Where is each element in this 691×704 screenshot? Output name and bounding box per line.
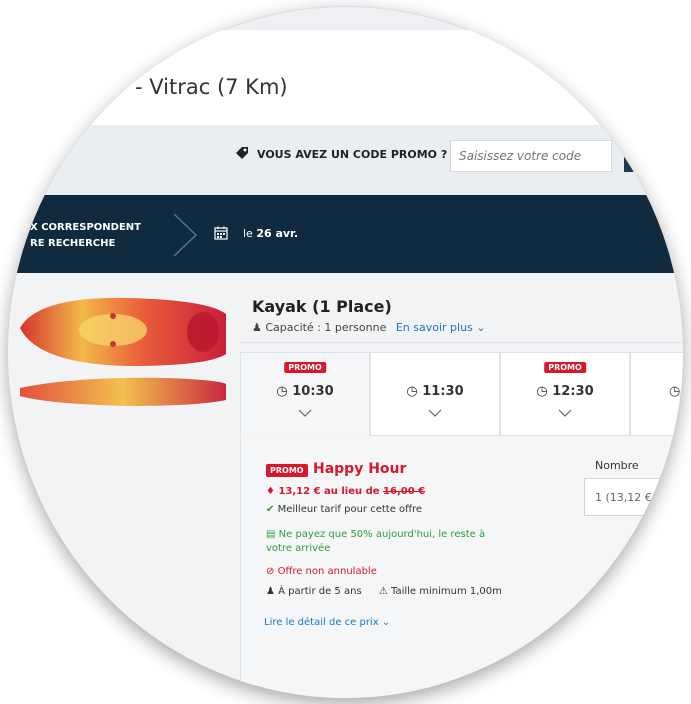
clock-icon: ◷ [406,384,418,399]
clock-icon: ◷ [669,384,681,399]
slot-time: ◷ [631,384,683,399]
capacity-text: Capacité : 1 personne [265,321,387,334]
time-slot[interactable]: ◷ 11:30 [370,352,500,436]
clock-icon: ◷ [276,384,288,399]
offer-non-cancellable: ⊘ Offre non annulable [266,566,377,577]
promo-badge: PROMO [284,362,326,373]
product-capacity: ♟ Capacité : 1 personne En savoir plus ⌄ [252,321,486,334]
time-slots: PROMO ◷ 10:30 ◷ 11:30 PROMO ◷ 12:30 ◷ [240,352,683,437]
user-icon: ♟ [252,321,262,334]
product-title: Kayak (1 Place) [252,297,392,316]
page: - Vitrac (7 Km) VOUS AVEZ UN CODE PROMO … [8,6,683,698]
step-separator-chevron-icon [173,213,198,257]
user-icon: ♟ [266,586,275,597]
promo-badge: PROMO [266,464,308,477]
chevron-down-icon: ⌄ [381,617,391,628]
promo-badge: PROMO [544,362,586,373]
divider [240,342,683,343]
quantity-value: 1 (13,12 € [595,491,652,504]
slot-time: ◷ 12:30 [501,384,629,399]
time-slot[interactable]: ◷ [630,352,683,436]
min-age: À partir de 5 ans [278,586,362,597]
slot-time-value: 10:30 [292,384,334,399]
payment-line2: votre arrivée [266,543,331,554]
time-slot[interactable]: PROMO ◷ 12:30 [500,352,630,436]
quantity-label: Nombre [595,459,639,472]
slot-time: ◷ 10:30 [241,384,369,399]
calendar-icon [214,226,228,240]
promo-code-label: VOUS AVEZ UN CODE PROMO ? [257,148,448,161]
step-results-line2: RE RECHERCHE [30,238,116,249]
date-prefix: le [243,227,253,240]
slot-time: ◷ 11:30 [371,384,499,399]
promo-code-submit-button[interactable] [624,140,683,172]
more-info-label: En savoir plus [395,321,473,334]
time-slot[interactable]: PROMO ◷ 10:30 [240,352,370,436]
chevron-down-icon [298,409,312,417]
ban-icon: ⊘ [266,566,275,577]
price-tag-icon: ♦ [266,486,275,497]
min-size: Taille minimum 1,00m [391,586,502,597]
chevron-down-icon: ⌄ [476,321,486,334]
offer-price: ♦ 13,12 € au lieu de 16,00 € [266,486,425,497]
kayak-image [20,297,226,406]
clock-icon: ◷ [536,384,548,399]
date-value: 26 avr. [256,227,299,240]
payment-line1: Ne payez que 50% aujourd'hui, le reste à [278,529,486,540]
credit-card-icon: ▤ [266,529,276,540]
magnifier-viewport: - Vitrac (7 Km) VOUS AVEZ UN CODE PROMO … [8,6,683,698]
step-date[interactable]: le 26 avr. [243,227,298,240]
slot-time-value: 11:30 [422,384,464,399]
offer-best-rate: ✔ Meilleur tarif pour cette offre [266,504,422,515]
slot-time-value: 12:30 [552,384,594,399]
price-current: 13,12 € au lieu de [278,486,380,497]
offer-title: Happy Hour [313,461,407,477]
check-icon: ✔ [266,504,275,515]
page-header: - Vitrac (7 Km) [8,30,683,125]
step-results-line1: X CORRESPONDENT [30,222,141,233]
promo-code-input[interactable] [450,140,612,172]
price-details-label: Lire le détail de ce prix [264,617,379,628]
page-title: - Vitrac (7 Km) [135,75,288,99]
price-old: 16,00 € [383,486,426,497]
offer-payment-info: ▤ Ne payez que 50% aujourd'hui, le reste… [266,528,516,556]
more-info-link[interactable]: En savoir plus ⌄ [396,321,486,334]
non-cancellable-text: Offre non annulable [277,566,377,577]
chevron-down-icon [558,409,572,417]
warning-icon: ⚠ [378,586,388,597]
step-results[interactable]: X CORRESPONDENT RE RECHERCHE [30,220,141,252]
chevron-down-icon [428,409,442,417]
price-details-link[interactable]: Lire le détail de ce prix ⌄ [264,617,390,628]
offer-requirements: ♟ À partir de 5 ans ⚠ Taille minimum 1,0… [266,586,502,597]
tag-icon [236,147,248,159]
best-rate-text: Meilleur tarif pour cette offre [277,504,423,515]
